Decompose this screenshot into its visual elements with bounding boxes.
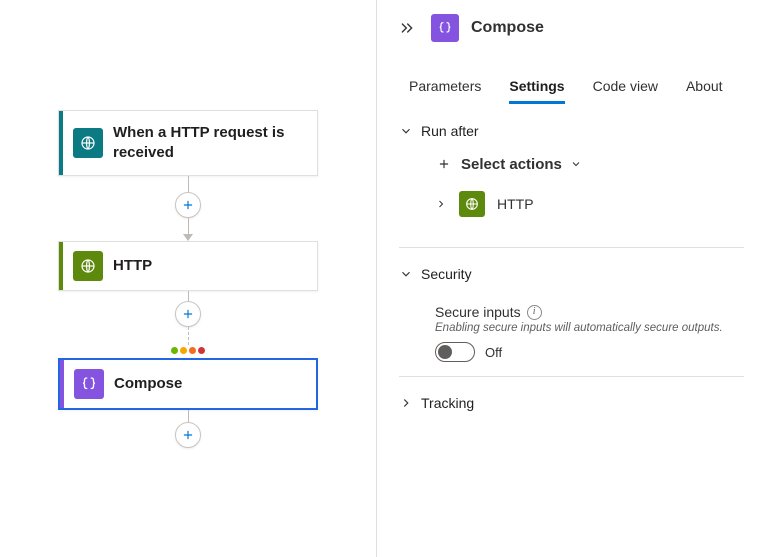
arrow-down-icon bbox=[183, 234, 193, 241]
secure-inputs-hint: Enabling secure inputs will automaticall… bbox=[435, 322, 744, 334]
plus-icon bbox=[435, 155, 453, 173]
node-compose-action[interactable]: Compose bbox=[58, 358, 318, 410]
connector-line bbox=[188, 327, 189, 345]
run-after-item-label: HTTP bbox=[497, 196, 534, 212]
braces-icon bbox=[431, 14, 459, 42]
chevron-right-icon bbox=[435, 198, 447, 210]
secure-inputs-toggle[interactable] bbox=[435, 342, 475, 362]
connector bbox=[175, 410, 201, 448]
section-toggle-run-after[interactable]: Run after bbox=[399, 105, 744, 145]
panel-header: Compose bbox=[377, 0, 766, 52]
collapse-panel-button[interactable] bbox=[395, 16, 419, 40]
tab-parameters[interactable]: Parameters bbox=[409, 70, 481, 104]
connector bbox=[171, 291, 205, 358]
chevron-down-icon bbox=[399, 267, 413, 281]
node-http-action[interactable]: HTTP bbox=[58, 241, 318, 291]
workflow-flow: When a HTTP request is received bbox=[0, 110, 376, 448]
connector bbox=[175, 176, 201, 241]
section-run-after: Run after Select actions bbox=[377, 105, 766, 233]
connector-line bbox=[188, 410, 189, 422]
tab-settings[interactable]: Settings bbox=[509, 70, 564, 104]
globe-icon bbox=[73, 251, 103, 281]
globe-icon bbox=[459, 191, 485, 217]
add-step-button[interactable] bbox=[175, 192, 201, 218]
globe-icon bbox=[73, 128, 103, 158]
select-actions-button[interactable]: Select actions bbox=[435, 155, 744, 173]
action-settings-panel: Compose Parameters Settings Code view Ab… bbox=[376, 0, 766, 557]
section-security: Security Secure inputs i Enabling secure… bbox=[377, 248, 766, 362]
run-after-item[interactable]: HTTP bbox=[435, 189, 744, 233]
section-toggle-tracking[interactable]: Tracking bbox=[399, 377, 744, 417]
section-heading: Run after bbox=[421, 123, 479, 139]
node-label: HTTP bbox=[113, 242, 317, 290]
node-icon-cell bbox=[64, 360, 114, 408]
chevron-right-icon bbox=[399, 396, 413, 410]
section-heading: Security bbox=[421, 266, 472, 282]
secure-inputs-label-row: Secure inputs i bbox=[435, 304, 744, 320]
chevron-down-icon bbox=[570, 158, 582, 170]
run-after-content: Select actions HTTP bbox=[399, 155, 744, 233]
section-tracking: Tracking bbox=[377, 377, 766, 417]
tab-code-view[interactable]: Code view bbox=[593, 70, 658, 104]
add-step-button[interactable] bbox=[175, 422, 201, 448]
secure-inputs-label: Secure inputs bbox=[435, 304, 521, 320]
designer-root: When a HTTP request is received bbox=[0, 0, 766, 557]
run-after-status-dots bbox=[171, 347, 205, 354]
add-step-button[interactable] bbox=[175, 301, 201, 327]
node-http-trigger[interactable]: When a HTTP request is received bbox=[58, 110, 318, 176]
braces-icon bbox=[74, 369, 104, 399]
security-content: Secure inputs i Enabling secure inputs w… bbox=[399, 304, 744, 362]
section-heading: Tracking bbox=[421, 395, 474, 411]
section-toggle-security[interactable]: Security bbox=[399, 248, 744, 288]
connector-line bbox=[188, 176, 189, 192]
node-label: When a HTTP request is received bbox=[113, 111, 317, 175]
workflow-canvas[interactable]: When a HTTP request is received bbox=[0, 0, 376, 557]
info-icon[interactable]: i bbox=[527, 305, 542, 320]
node-icon-cell bbox=[63, 242, 113, 290]
panel-title: Compose bbox=[471, 19, 544, 37]
chevron-down-icon bbox=[399, 124, 413, 138]
panel-tabs: Parameters Settings Code view About bbox=[377, 70, 766, 105]
toggle-state-label: Off bbox=[485, 345, 502, 360]
node-icon-cell bbox=[63, 111, 113, 175]
secure-inputs-toggle-row: Off bbox=[435, 342, 744, 362]
tab-about[interactable]: About bbox=[686, 70, 723, 104]
node-label: Compose bbox=[114, 360, 316, 408]
select-actions-label: Select actions bbox=[461, 156, 562, 173]
connector-line bbox=[188, 291, 189, 301]
